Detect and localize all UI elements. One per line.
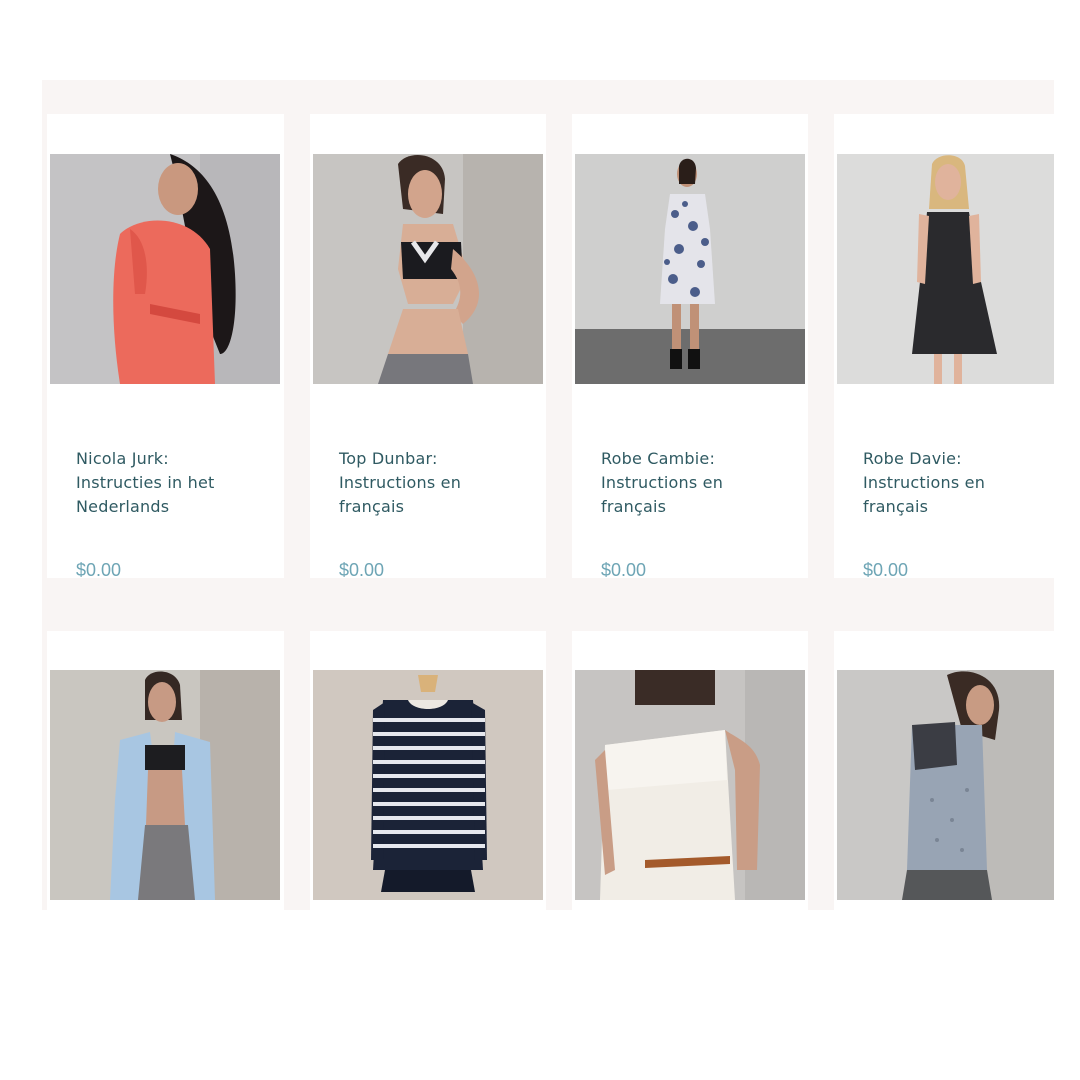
product-card[interactable] <box>47 631 284 910</box>
product-card[interactable]: Robe Davie: Instructions en français $0.… <box>834 114 1054 578</box>
product-title[interactable]: Nicola Jurk: Instructies in het Nederlan… <box>76 447 276 519</box>
product-title[interactable]: Robe Cambie: Instructions en français <box>601 447 801 519</box>
product-image[interactable] <box>50 154 280 384</box>
product-image[interactable] <box>837 154 1054 384</box>
product-image[interactable] <box>837 670 1054 900</box>
product-card[interactable] <box>834 631 1054 910</box>
product-card[interactable]: Nicola Jurk: Instructies in het Nederlan… <box>47 114 284 578</box>
product-image[interactable] <box>313 154 543 384</box>
product-title[interactable]: Top Dunbar: Instructions en français <box>339 447 539 519</box>
product-price: $0.00 <box>601 560 647 578</box>
product-image[interactable] <box>50 670 280 900</box>
product-image[interactable] <box>575 670 805 900</box>
product-card[interactable] <box>310 631 546 910</box>
product-price: $0.00 <box>76 560 122 578</box>
product-card[interactable]: Top Dunbar: Instructions en français $0.… <box>310 114 546 578</box>
product-card[interactable] <box>572 631 808 910</box>
product-image[interactable] <box>575 154 805 384</box>
product-price: $0.00 <box>339 560 385 578</box>
product-grid: Nicola Jurk: Instructies in het Nederlan… <box>42 80 1054 910</box>
product-image[interactable] <box>313 670 543 900</box>
product-price: $0.00 <box>863 560 909 578</box>
product-title[interactable]: Robe Davie: Instructions en français <box>863 447 1054 519</box>
product-card[interactable]: Robe Cambie: Instructions en français $0… <box>572 114 808 578</box>
